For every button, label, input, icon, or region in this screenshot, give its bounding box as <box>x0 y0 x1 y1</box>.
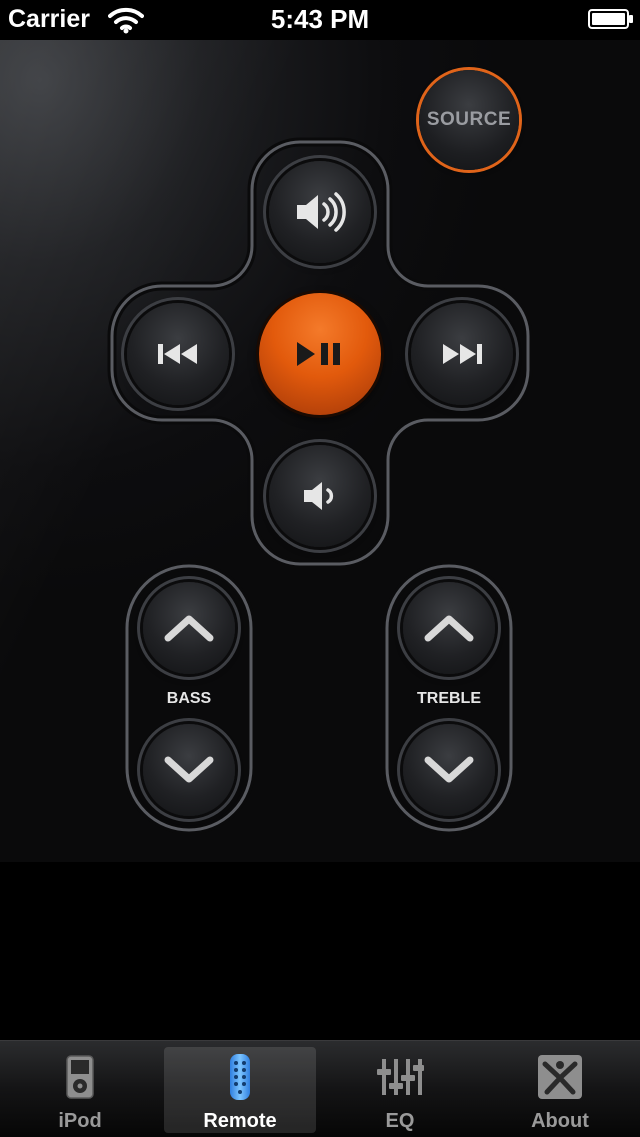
status-time: 5:43 PM <box>270 4 370 34</box>
next-track-icon <box>443 344 482 364</box>
bass-up-button[interactable] <box>143 582 235 674</box>
tab-ipod[interactable]: iPod <box>4 1047 156 1133</box>
tab-about[interactable]: About <box>484 1047 636 1133</box>
volume-up-button[interactable] <box>269 161 371 263</box>
chevron-down-icon <box>164 756 214 783</box>
next-track-button[interactable] <box>411 303 513 405</box>
treble-down-button[interactable] <box>403 724 495 816</box>
bass-down-button[interactable] <box>143 724 235 816</box>
treble-up-button[interactable] <box>403 582 495 674</box>
treble-label: TREBLE <box>417 690 481 707</box>
chevron-down-icon <box>424 756 474 783</box>
volume-down-icon <box>304 482 334 510</box>
tab-label: iPod <box>58 1110 102 1132</box>
tab-eq[interactable]: EQ <box>324 1047 476 1133</box>
chevron-up-icon <box>164 615 214 642</box>
equalizer-icon <box>374 1051 426 1102</box>
previous-track-button[interactable] <box>127 303 229 405</box>
ipod-icon <box>54 1051 106 1102</box>
volume-down-button[interactable] <box>269 445 371 547</box>
tab-remote[interactable]: Remote <box>164 1047 316 1133</box>
volume-up-icon <box>297 192 346 232</box>
tab-bar: iPod Remote EQ About <box>0 1040 640 1137</box>
bass-label: BASS <box>166 690 212 707</box>
about-icon <box>534 1051 586 1102</box>
chevron-up-icon <box>424 615 474 642</box>
tab-label: About <box>531 1110 589 1132</box>
play-pause-button[interactable] <box>259 293 381 415</box>
tab-label: EQ <box>385 1110 415 1132</box>
battery-icon <box>588 9 633 29</box>
remote-icon <box>214 1051 266 1102</box>
tab-label: Remote <box>203 1110 277 1132</box>
source-label: SOURCE <box>426 109 512 130</box>
source-button[interactable]: SOURCE <box>419 70 519 170</box>
play-pause-icon <box>297 342 340 366</box>
previous-track-icon <box>158 344 197 364</box>
status-bar: Carrier 5:43 PM <box>0 0 640 40</box>
